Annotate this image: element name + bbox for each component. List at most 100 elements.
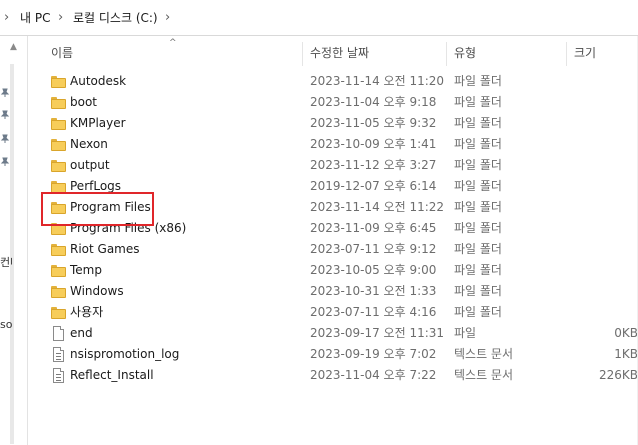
file-type: 파일 폴더: [454, 200, 502, 214]
text-file-icon: [51, 347, 66, 362]
file-name: boot: [70, 95, 98, 109]
file-name: Riot Games: [70, 242, 140, 256]
sort-ascending-icon: ^: [169, 38, 177, 48]
file-date: 2023-11-12 오후 3:27: [310, 158, 437, 172]
file-type: 텍스트 문서: [454, 368, 514, 382]
column-divider[interactable]: [446, 42, 447, 66]
file-size: 226KB: [598, 368, 638, 382]
breadcrumb-separator[interactable]: ›: [165, 10, 170, 26]
folder-icon: [51, 263, 66, 278]
list-item[interactable]: Program Files 2023-11-14 오전 11:22 파일 폴더: [29, 197, 638, 218]
folder-icon: [51, 95, 66, 110]
file-size: 1KB: [614, 347, 638, 361]
breadcrumb-local-disk[interactable]: 로컬 디스크 (C:): [73, 10, 158, 26]
file-type: 파일 폴더: [454, 263, 502, 277]
file-icon: [51, 326, 66, 341]
nav-item-label[interactable]: 컨나: [0, 254, 12, 270]
column-divider[interactable]: [566, 42, 567, 66]
file-name: PerfLogs: [70, 179, 122, 193]
file-date: 2019-12-07 오후 6:14: [310, 179, 437, 193]
breadcrumb-separator[interactable]: ›: [58, 10, 63, 26]
file-date: 2023-11-09 오후 6:45: [310, 221, 437, 235]
file-name: Reflect_Install: [70, 368, 154, 382]
file-date: 2023-11-05 오후 9:32: [310, 116, 437, 130]
list-item[interactable]: output 2023-11-12 오후 3:27 파일 폴더: [29, 155, 638, 176]
address-bar[interactable]: › 내 PC › 로컬 디스크 (C:) ›: [0, 0, 638, 36]
file-date: 2023-11-14 오전 11:22: [310, 200, 445, 214]
file-type: 파일 폴더: [454, 158, 502, 172]
file-name: Nexon: [70, 137, 108, 151]
file-date: 2023-10-31 오전 1:33: [310, 284, 437, 298]
column-header-name[interactable]: 이름: [51, 45, 73, 61]
file-name: KMPlayer: [70, 116, 126, 130]
file-type: 파일 폴더: [454, 221, 502, 235]
folder-icon: [51, 158, 66, 173]
file-name: Program Files: [70, 200, 151, 214]
file-type: 파일 폴더: [454, 179, 502, 193]
file-date: 2023-09-17 오전 11:31: [310, 326, 445, 340]
list-item[interactable]: Program Files (x86) 2023-11-09 오후 6:45 파…: [29, 218, 638, 239]
list-item[interactable]: KMPlayer 2023-11-05 오후 9:32 파일 폴더: [29, 113, 638, 134]
file-type: 파일 폴더: [454, 305, 502, 319]
file-explorer-window: › 내 PC › 로컬 디스크 (C:) › ▲ 컨나 sol ^ 이름 수정한…: [0, 0, 638, 445]
list-item[interactable]: Reflect_Install 2023-11-04 오후 7:22 텍스트 문…: [29, 365, 638, 386]
file-type: 텍스트 문서: [454, 347, 514, 361]
file-date: 2023-10-05 오후 9:00: [310, 263, 437, 277]
file-type: 파일 폴더: [454, 242, 502, 256]
file-type: 파일 폴더: [454, 137, 502, 151]
column-header-type[interactable]: 유형: [454, 45, 476, 61]
list-item[interactable]: PerfLogs 2019-12-07 오후 6:14 파일 폴더: [29, 176, 638, 197]
list-item[interactable]: Autodesk 2023-11-14 오전 11:20 파일 폴더: [29, 71, 638, 92]
text-file-icon: [51, 368, 66, 383]
file-type: 파일: [454, 326, 477, 340]
list-item[interactable]: 사용자 2023-07-11 오후 4:16 파일 폴더: [29, 302, 638, 323]
list-item[interactable]: Nexon 2023-10-09 오후 1:41 파일 폴더: [29, 134, 638, 155]
folder-icon: [51, 305, 66, 320]
column-header-date[interactable]: 수정한 날짜: [310, 45, 369, 61]
file-date: 2023-11-14 오전 11:20: [310, 74, 445, 88]
folder-icon: [51, 179, 66, 194]
list-item[interactable]: Windows 2023-10-31 오전 1:33 파일 폴더: [29, 281, 638, 302]
file-name: output: [70, 158, 110, 172]
file-list: Autodesk 2023-11-14 오전 11:20 파일 폴더 boot …: [29, 71, 638, 386]
file-name: Program Files (x86): [70, 221, 187, 235]
file-name: 사용자: [70, 305, 104, 319]
file-name: nsispromotion_log: [70, 347, 180, 361]
folder-icon: [51, 284, 66, 299]
scroll-up-arrow-icon[interactable]: ▲: [10, 42, 17, 52]
file-date: 2023-10-09 오후 1:41: [310, 137, 437, 151]
folder-icon: [51, 200, 66, 215]
list-item[interactable]: boot 2023-11-04 오후 9:18 파일 폴더: [29, 92, 638, 113]
file-type: 파일 폴더: [454, 284, 502, 298]
column-header-size[interactable]: 크기: [574, 45, 596, 61]
navigation-pane[interactable]: ▲ 컨나 sol: [0, 36, 28, 445]
file-name: end: [70, 326, 93, 340]
folder-icon: [51, 242, 66, 257]
file-date: 2023-11-04 오후 9:18: [310, 95, 437, 109]
file-date: 2023-07-11 오후 9:12: [310, 242, 437, 256]
file-name: Temp: [70, 263, 102, 277]
file-date: 2023-07-11 오후 4:16: [310, 305, 437, 319]
list-item[interactable]: Riot Games 2023-07-11 오후 9:12 파일 폴더: [29, 239, 638, 260]
folder-icon: [51, 221, 66, 236]
file-size: 0KB: [614, 326, 638, 340]
breadcrumb-this-pc[interactable]: 내 PC: [20, 10, 50, 26]
list-item[interactable]: Temp 2023-10-05 오후 9:00 파일 폴더: [29, 260, 638, 281]
file-date: 2023-09-19 오후 7:02: [310, 347, 437, 361]
file-type: 파일 폴더: [454, 116, 502, 130]
list-item[interactable]: end 2023-09-17 오전 11:31 파일 0KB: [29, 323, 638, 344]
folder-icon: [51, 116, 66, 131]
column-header-row: ^ 이름 수정한 날짜 유형 크기: [29, 36, 638, 68]
file-type: 파일 폴더: [454, 74, 502, 88]
list-item[interactable]: nsispromotion_log 2023-09-19 오후 7:02 텍스트…: [29, 344, 638, 365]
column-divider[interactable]: [302, 42, 303, 66]
nav-item-label[interactable]: sol: [0, 318, 12, 331]
pin-icon[interactable]: [0, 88, 10, 98]
folder-icon: [51, 74, 66, 89]
file-type: 파일 폴더: [454, 95, 502, 109]
pin-icon[interactable]: [0, 134, 10, 144]
pin-icon[interactable]: [0, 157, 10, 167]
breadcrumb-separator[interactable]: ›: [4, 10, 9, 26]
file-date: 2023-11-04 오후 7:22: [310, 368, 437, 382]
pin-icon[interactable]: [0, 110, 10, 120]
